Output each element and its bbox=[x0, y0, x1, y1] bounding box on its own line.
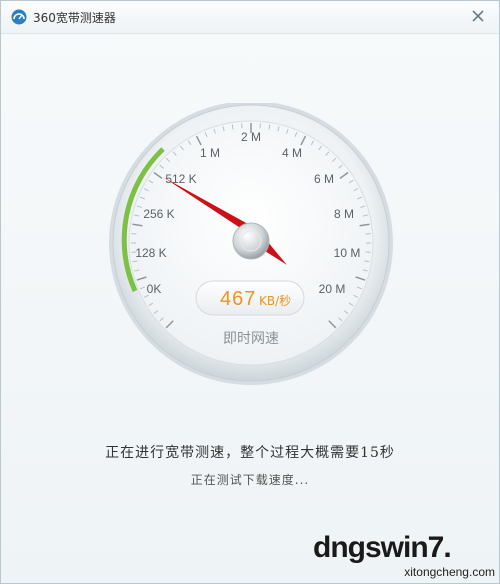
tick-label-0k: 0K bbox=[147, 282, 162, 296]
tick-label-128k: 128 K bbox=[135, 246, 166, 260]
app-logo-icon bbox=[11, 9, 27, 25]
tick-label-4m: 4 M bbox=[282, 146, 302, 160]
watermark-logo: dngswin7. xitongcheng.com bbox=[313, 531, 499, 583]
title-bar: 360宽带测速器 bbox=[1, 1, 499, 34]
window-title: 360宽带测速器 bbox=[33, 11, 116, 25]
tick-label-2m: 2 M bbox=[241, 130, 261, 144]
tick-label-512k: 512 K bbox=[165, 172, 196, 186]
tick-label-20m: 20 M bbox=[319, 282, 346, 296]
speed-value: 467 bbox=[220, 288, 256, 310]
tick-label-6m: 6 M bbox=[314, 172, 334, 186]
speed-unit: KB/秒 bbox=[259, 294, 291, 308]
needle-hub bbox=[232, 222, 270, 260]
status-main-text: 正在进行宽带测速，整个过程大概需要15秒 bbox=[105, 445, 395, 461]
watermark-subtext: xitongcheng.com bbox=[404, 565, 495, 579]
close-icon[interactable] bbox=[469, 7, 487, 25]
tick-label-8m: 8 M bbox=[334, 207, 354, 221]
speed-gauge: 0K 128 K 256 K 512 K 1 M 2 M 4 M 6 M 8 M… bbox=[109, 103, 393, 385]
status-sub-text: 正在测试下载速度... bbox=[190, 473, 310, 487]
watermark-text: dngswin7. bbox=[313, 531, 452, 564]
tick-label-1m: 1 M bbox=[200, 146, 220, 160]
gauge-caption: 即时网速 bbox=[223, 331, 279, 347]
tick-label-10m: 10 M bbox=[334, 246, 361, 260]
tick-label-256k: 256 K bbox=[143, 207, 174, 221]
app-window: 360宽带测速器 0K 128 K 256 K 512 K 1 M 2 M 4 … bbox=[0, 0, 500, 584]
